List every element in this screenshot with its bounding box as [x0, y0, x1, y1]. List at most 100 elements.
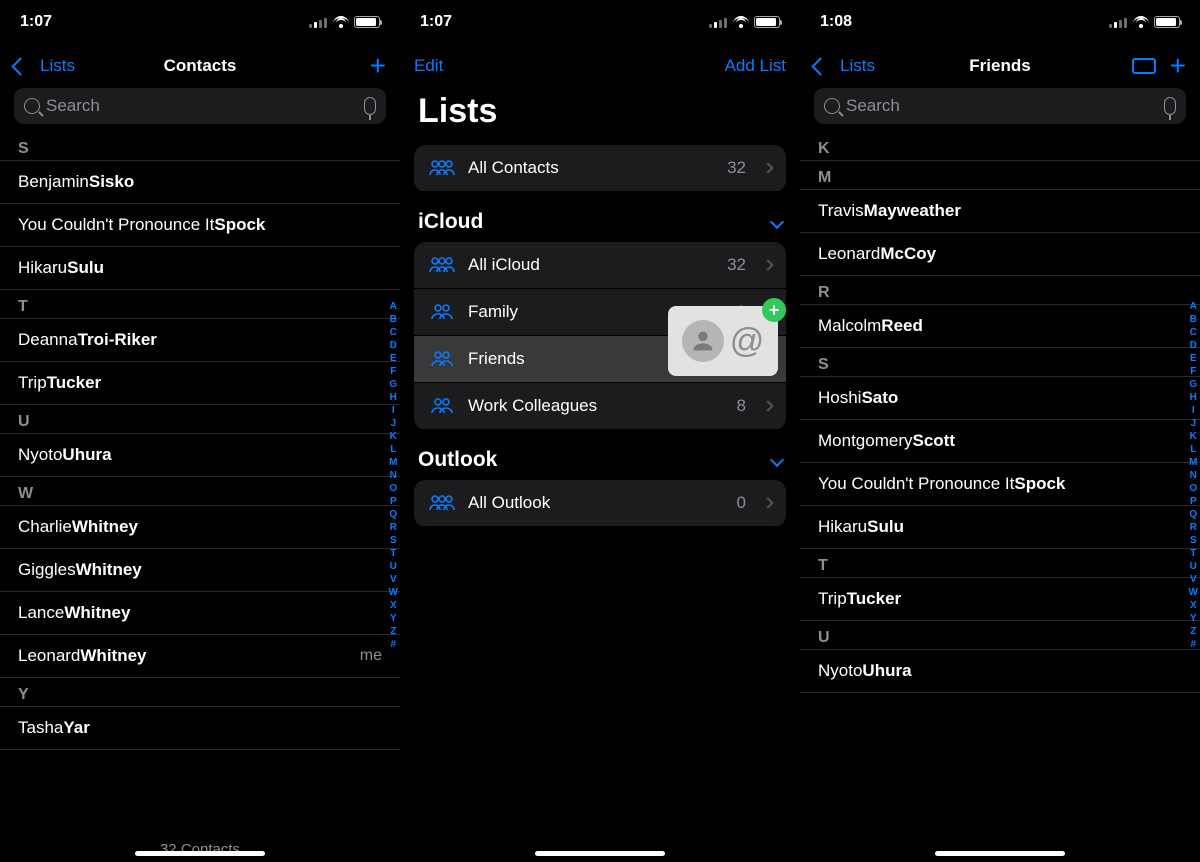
home-indicator[interactable] [935, 851, 1065, 856]
index-letter[interactable]: R [1189, 521, 1198, 534]
contact-row[interactable]: Tasha Yar [0, 707, 400, 750]
index-letter[interactable]: X [389, 599, 398, 612]
chevron-down-icon [770, 215, 784, 229]
contact-row[interactable]: You Couldn't Pronounce It Spock [0, 204, 400, 247]
index-letter[interactable]: L [389, 443, 398, 456]
contact-row[interactable]: Hikaru Sulu [800, 506, 1200, 549]
index-letter[interactable]: Y [389, 612, 398, 625]
contact-row[interactable]: Leonard Whitneyme [0, 635, 400, 678]
index-letter[interactable]: G [389, 378, 398, 391]
mail-icon[interactable] [1132, 58, 1156, 74]
contact-row[interactable]: Travis Mayweather [800, 190, 1200, 233]
mic-icon[interactable] [364, 97, 376, 115]
back-button[interactable]: Lists [814, 56, 875, 76]
index-letter[interactable]: M [389, 456, 398, 469]
search-field[interactable]: Search [814, 88, 1186, 124]
index-letter[interactable]: B [389, 313, 398, 326]
mic-icon[interactable] [1164, 97, 1176, 115]
index-letter[interactable]: H [1189, 391, 1198, 404]
add-contact-button[interactable]: + [1170, 52, 1186, 80]
home-indicator[interactable] [135, 851, 265, 856]
contact-row[interactable]: You Couldn't Pronounce It Spock [800, 463, 1200, 506]
index-letter[interactable]: E [1189, 352, 1198, 365]
contact-row[interactable]: Deanna Troi-Riker [0, 319, 400, 362]
index-letter[interactable]: F [389, 365, 398, 378]
index-letter[interactable]: R [389, 521, 398, 534]
contact-row[interactable]: Nyoto Uhura [800, 650, 1200, 693]
index-letter[interactable]: N [389, 469, 398, 482]
add-contact-button[interactable]: + [370, 52, 386, 80]
all-contacts-row[interactable]: All Contacts 32 [414, 145, 786, 192]
index-letter[interactable]: U [389, 560, 398, 573]
contact-row[interactable]: Giggles Whitney [0, 549, 400, 592]
contact-row[interactable]: Malcolm Reed [800, 305, 1200, 348]
index-letter[interactable]: I [389, 404, 398, 417]
index-letter[interactable]: I [1189, 404, 1198, 417]
index-letter[interactable]: O [1189, 482, 1198, 495]
index-letter[interactable]: V [1189, 573, 1198, 586]
index-letter[interactable]: B [1189, 313, 1198, 326]
index-letter[interactable]: O [389, 482, 398, 495]
list-row[interactable]: All iCloud32 [414, 242, 786, 289]
contacts-list[interactable]: KM Travis MayweatherLeonard McCoy R Malcolm… [800, 132, 1200, 693]
index-letter[interactable]: Q [389, 508, 398, 521]
account-header[interactable]: iCloud [400, 210, 800, 242]
index-letter[interactable]: P [1189, 495, 1198, 508]
index-letter[interactable]: W [389, 586, 398, 599]
contacts-list[interactable]: S Benjamin SiskoYou Couldn't Pronounce It… [0, 132, 400, 750]
index-letter[interactable]: Z [389, 625, 398, 638]
index-letter[interactable]: K [1189, 430, 1198, 443]
index-letter[interactable]: M [1189, 456, 1198, 469]
index-letter[interactable]: # [1189, 638, 1198, 651]
index-letter[interactable]: C [1189, 326, 1198, 339]
index-letter[interactable]: H [389, 391, 398, 404]
index-letter[interactable]: U [1189, 560, 1198, 573]
index-letter[interactable]: # [389, 638, 398, 651]
index-letter[interactable]: S [1189, 534, 1198, 547]
add-list-button[interactable]: Add List [725, 56, 786, 76]
index-letter[interactable]: Z [1189, 625, 1198, 638]
index-letter[interactable]: G [1189, 378, 1198, 391]
contact-row[interactable]: Benjamin Sisko [0, 161, 400, 204]
index-letter[interactable]: K [389, 430, 398, 443]
index-letter[interactable]: F [1189, 365, 1198, 378]
contact-row[interactable]: Trip Tucker [800, 578, 1200, 621]
index-letter[interactable]: X [1189, 599, 1198, 612]
contact-row[interactable]: Hikaru Sulu [0, 247, 400, 290]
index-letter[interactable]: N [1189, 469, 1198, 482]
contact-row[interactable]: Nyoto Uhura [0, 434, 400, 477]
index-rail[interactable]: ABCDEFGHIJKLMNOPQRSTUVWXYZ# [1189, 300, 1198, 651]
index-letter[interactable]: V [389, 573, 398, 586]
index-letter[interactable]: A [389, 300, 398, 313]
index-letter[interactable]: Q [1189, 508, 1198, 521]
index-letter[interactable]: D [389, 339, 398, 352]
list-row[interactable]: All Outlook0 [414, 480, 786, 527]
index-letter[interactable]: A [1189, 300, 1198, 313]
contact-row[interactable]: Charlie Whitney [0, 506, 400, 549]
index-letter[interactable]: J [1189, 417, 1198, 430]
index-rail[interactable]: ABCDEFGHIJKLMNOPQRSTUVWXYZ# [389, 300, 398, 651]
index-letter[interactable]: D [1189, 339, 1198, 352]
index-letter[interactable]: C [389, 326, 398, 339]
index-letter[interactable]: Y [1189, 612, 1198, 625]
list-row[interactable]: Work Colleagues8 [414, 383, 786, 430]
contact-row[interactable]: Leonard McCoy [800, 233, 1200, 276]
contact-row[interactable]: Montgomery Scott [800, 420, 1200, 463]
contact-row[interactable]: Lance Whitney [0, 592, 400, 635]
contact-row[interactable]: Trip Tucker [0, 362, 400, 405]
index-letter[interactable]: P [389, 495, 398, 508]
index-letter[interactable]: T [389, 547, 398, 560]
account-header[interactable]: Outlook [400, 448, 800, 480]
drag-contact-card[interactable]: + @ [668, 306, 778, 376]
contact-row[interactable]: Hoshi Sato [800, 377, 1200, 420]
home-indicator[interactable] [535, 851, 665, 856]
index-letter[interactable]: S [389, 534, 398, 547]
index-letter[interactable]: J [389, 417, 398, 430]
back-button[interactable]: Lists [14, 56, 75, 76]
index-letter[interactable]: L [1189, 443, 1198, 456]
edit-button[interactable]: Edit [414, 56, 443, 76]
index-letter[interactable]: T [1189, 547, 1198, 560]
index-letter[interactable]: W [1189, 586, 1198, 599]
index-letter[interactable]: E [389, 352, 398, 365]
search-field[interactable]: Search [14, 88, 386, 124]
